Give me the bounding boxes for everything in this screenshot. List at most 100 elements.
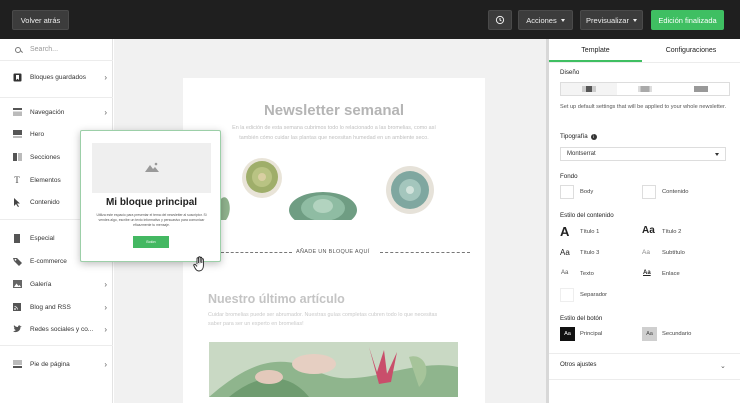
content-color-swatch[interactable]: [642, 185, 656, 199]
title1-style-icon[interactable]: A: [560, 224, 569, 239]
layout-medium-icon: [638, 86, 652, 92]
back-button[interactable]: Volver atrás: [12, 10, 69, 30]
grab-hand-cursor-icon: [193, 256, 204, 272]
link-style-icon[interactable]: Aa: [643, 270, 651, 276]
chevron-down-icon: [560, 18, 565, 22]
actions-button-label: Acciones: [526, 15, 557, 25]
sections-icon: [12, 153, 22, 162]
gallery-icon: [12, 280, 22, 289]
search-icon: [15, 46, 21, 53]
info-icon[interactable]: i: [590, 133, 597, 140]
special-icon: [12, 233, 22, 243]
font-select-value: Montserrat: [567, 151, 596, 157]
divider: [0, 60, 113, 61]
primary-button-style-icon[interactable]: Aa: [560, 327, 575, 341]
sidebar-item-label: Bloques guardados: [30, 73, 87, 81]
actions-button[interactable]: Acciones: [518, 10, 573, 30]
divider: [0, 345, 113, 346]
sidebar-item-blog-rss[interactable]: Blog and RSS ›: [12, 300, 107, 314]
subtitle-style-icon[interactable]: Aa: [642, 249, 650, 256]
sidebar-item-gallery[interactable]: Galería ›: [12, 277, 107, 291]
saved-block-title: Mi bloque principal: [105, 197, 198, 208]
chevron-right-icon: ›: [104, 72, 107, 82]
chevron-right-icon: ›: [104, 359, 107, 369]
font-select[interactable]: Montserrat: [560, 147, 726, 161]
tab-settings[interactable]: Configuraciones: [642, 39, 740, 61]
chevron-down-icon: [715, 153, 719, 156]
body-color-label: Body: [580, 189, 594, 195]
tab-template[interactable]: Template: [549, 39, 642, 61]
drop-zone-line-right: [380, 252, 470, 253]
secondary-button-style-icon[interactable]: Aa: [642, 327, 657, 341]
article-photo[interactable]: [209, 342, 458, 397]
separator-style-label[interactable]: Separador: [580, 292, 607, 298]
sidebar-item-label: Redes sociales y co...: [30, 325, 94, 333]
secondary-button-style-label[interactable]: Secundario: [662, 331, 691, 337]
sidebar-item-label: Navegación: [30, 108, 65, 116]
body-color-swatch[interactable]: [560, 185, 574, 199]
layout-option-narrow[interactable]: [561, 83, 617, 95]
hero-icon: [12, 130, 22, 139]
text-style-icon[interactable]: Aa: [561, 270, 568, 276]
chevron-right-icon: ›: [104, 302, 107, 312]
layout-width-selector[interactable]: [560, 82, 730, 96]
design-description: Set up default settings that will be app…: [560, 104, 727, 110]
article-text[interactable]: Cuidar bromelias puede ser abrumador. Nu…: [208, 311, 438, 329]
image-icon: [145, 162, 159, 172]
chevron-right-icon: ›: [104, 107, 107, 117]
title3-style-label[interactable]: Título 3: [580, 250, 599, 256]
sidebar-item-navigation[interactable]: Navegación ›: [12, 105, 107, 119]
tab-label: Template: [581, 46, 610, 54]
tab-label: Configuraciones: [665, 46, 717, 54]
separator-style-icon[interactable]: [560, 288, 574, 302]
link-style-label[interactable]: Enlace: [662, 271, 680, 277]
other-settings-row[interactable]: Otros ajustes: [560, 361, 730, 368]
history-icon: [495, 15, 505, 25]
divider: [0, 97, 113, 98]
search-bar[interactable]: Search...: [0, 39, 113, 60]
settings-panel: Template Configuraciones Diseño Set up d…: [549, 39, 740, 403]
image-placeholder: [92, 143, 211, 193]
sidebar-item-saved-blocks[interactable]: Bloques guardados ›: [12, 70, 107, 84]
text-style-label[interactable]: Texto: [580, 271, 594, 277]
plants-image[interactable]: [220, 150, 448, 220]
chevron-down-icon: [632, 18, 637, 22]
sidebar-item-label: Elementos: [30, 176, 61, 184]
sidebar-item-footer[interactable]: Pie de página ›: [12, 357, 107, 371]
footer-icon: [12, 360, 22, 369]
content-style-label: Estilo del contenido: [560, 212, 614, 219]
sidebar-item-label: Hero: [30, 130, 45, 138]
chevron-down-icon[interactable]: ⌄: [720, 362, 726, 370]
title3-style-icon[interactable]: Aa: [560, 248, 570, 257]
layout-option-medium[interactable]: [617, 83, 673, 95]
primary-button-style-label[interactable]: Principal: [580, 331, 602, 337]
typography-label: Tipografía i: [560, 133, 597, 140]
newsletter-title[interactable]: Newsletter semanal: [183, 102, 485, 119]
article-title[interactable]: Nuestro último artículo: [208, 292, 345, 306]
chevron-right-icon: ›: [104, 279, 107, 289]
sidebar-item-social[interactable]: Redes sociales y co... ›: [12, 322, 107, 336]
cursor-icon: [12, 197, 22, 207]
finish-editing-button[interactable]: Edición finalizada: [651, 10, 724, 30]
sidebar-item-label: Galería: [30, 280, 52, 288]
preview-button[interactable]: Previsualizar: [580, 10, 643, 30]
drop-zone-line-left: [221, 252, 292, 253]
title1-style-label[interactable]: Título 1: [580, 229, 599, 235]
navigation-icon: [12, 108, 22, 117]
saved-block-preview[interactable]: Mi bloque principal Utiliza este espacio…: [80, 130, 221, 262]
add-block-dropzone[interactable]: AÑADE UN BLOQUE AQUÍ: [296, 249, 370, 255]
other-settings-label: Otros ajustes: [560, 361, 597, 368]
title2-style-icon[interactable]: Aa: [642, 225, 655, 236]
sidebar-item-label: Especial: [30, 234, 55, 242]
history-button[interactable]: [488, 10, 512, 30]
saved-block-button: Botón: [133, 236, 169, 248]
saved-block-text: Utiliza este espacio para presentar el t…: [96, 213, 207, 227]
layout-narrow-icon: [582, 86, 596, 92]
layout-option-wide[interactable]: [673, 83, 729, 95]
divider: [549, 62, 740, 63]
subtitle-style-label[interactable]: Subtítulo: [662, 250, 685, 256]
search-input[interactable]: Search...: [30, 46, 58, 53]
title2-style-label[interactable]: Título 2: [662, 229, 681, 235]
newsletter-intro[interactable]: En la edición de esta semana cubrimos to…: [230, 124, 438, 143]
chevron-right-icon: ›: [104, 324, 107, 334]
